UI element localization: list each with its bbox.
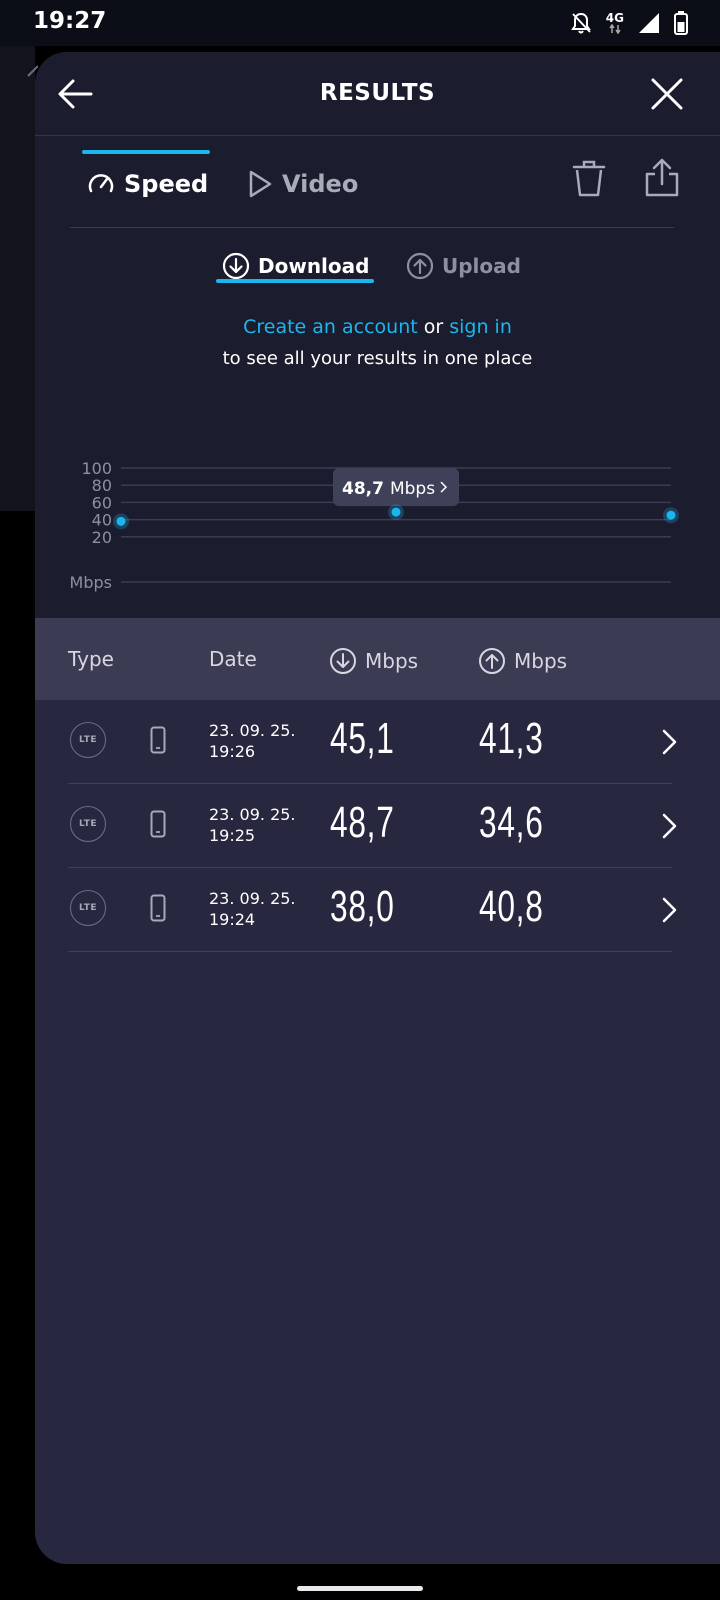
- row-download-value: 38,0: [330, 882, 395, 931]
- speedometer-icon: [88, 174, 114, 193]
- table-row[interactable]: LTE 23. 09. 25. 19:24 38,0 40,8: [68, 868, 677, 952]
- row-time: 19:25: [209, 826, 256, 845]
- download-circle-icon: [222, 252, 250, 280]
- row-upload-value: 41,3: [479, 714, 544, 763]
- phone-icon: [150, 726, 166, 754]
- header-date: Date: [209, 647, 257, 671]
- tab-speed-label: Speed: [124, 170, 209, 198]
- row-download-value: 48,7: [330, 798, 395, 847]
- tab-video[interactable]: Video: [246, 160, 358, 208]
- row-download-value: 45,1: [330, 714, 395, 763]
- chart-x-label-end: szept. 2023: [559, 601, 671, 604]
- header-type: Type: [68, 647, 114, 671]
- share-button[interactable]: [644, 158, 680, 198]
- row-date: 23. 09. 25.: [209, 805, 296, 824]
- chart-tooltip-unit: Mbps: [390, 479, 435, 499]
- row-upload-value: 40,8: [479, 882, 544, 931]
- battery-icon: [674, 11, 688, 35]
- status-time: 19:27: [33, 8, 107, 34]
- play-icon: [249, 170, 272, 198]
- chart-y-tick-label: 20: [92, 528, 112, 547]
- tab-upload-label: Upload: [442, 254, 521, 278]
- account-or-text: or: [423, 316, 444, 338]
- lte-badge-label: LTE: [78, 903, 98, 913]
- row-date: 23. 09. 25.: [209, 721, 296, 740]
- tab-upload[interactable]: Upload: [406, 248, 521, 284]
- phone-icon: [150, 894, 166, 922]
- row-upload-value: 34,6: [479, 798, 544, 847]
- header: RESULTS: [35, 52, 720, 136]
- results-chart: 10080604020 Mbps szept. 2023 szept. 2023 48,…: [70, 459, 679, 604]
- network-type-label: 4G: [605, 11, 624, 25]
- chevron-right-icon: [662, 729, 677, 755]
- phone-icon: [150, 810, 166, 838]
- chart-point[interactable]: [666, 510, 676, 520]
- chart-y-tick-label: 80: [92, 476, 112, 495]
- chart-y-tick-label: 100: [81, 459, 112, 478]
- close-button[interactable]: [647, 74, 687, 114]
- chart-point[interactable]: [391, 507, 401, 517]
- share-icon: [645, 158, 679, 197]
- download-circle-icon: [330, 648, 356, 674]
- lte-badge: LTE: [70, 806, 106, 842]
- background-app-strip: [0, 46, 35, 511]
- header-download: Mbps: [329, 647, 418, 675]
- tab-speed[interactable]: Speed: [86, 160, 208, 208]
- tab-active-indicator: [82, 150, 210, 154]
- header-upload-label: Mbps: [514, 649, 568, 673]
- create-account-link[interactable]: Create an account: [243, 316, 418, 338]
- row-datetime: 23. 09. 25. 19:26: [209, 720, 296, 762]
- upload-circle-icon: [479, 648, 505, 674]
- results-sheet: RESULTS Speed Video Download Upload Crea…: [35, 52, 720, 1564]
- chevron-right-icon: [662, 897, 677, 923]
- chart-y-axis-label: Mbps: [70, 573, 112, 592]
- header-type-label: Type: [68, 647, 114, 671]
- page-title: RESULTS: [319, 80, 436, 106]
- tab-download-label: Download: [258, 254, 370, 278]
- table-row[interactable]: LTE 23. 09. 25. 19:26 45,1 41,3: [68, 700, 677, 784]
- account-prompt-subtext: to see all your results in one place: [222, 348, 533, 369]
- chart-y-tick-label: 40: [92, 511, 112, 530]
- upload-circle-icon: [406, 252, 434, 280]
- status-bar: 19:27 4G: [0, 0, 720, 46]
- chart-y-tick-label: 60: [92, 493, 112, 512]
- data-arrows-icon: [609, 24, 621, 34]
- cellular-signal-icon: [639, 13, 659, 33]
- tab-video-label: Video: [282, 170, 359, 198]
- chart-tooltip-value: 48,7: [342, 479, 384, 499]
- header-download-label: Mbps: [365, 649, 419, 673]
- row-time: 19:24: [209, 910, 256, 929]
- trash-icon: [572, 160, 606, 197]
- sign-in-link[interactable]: sign in: [449, 316, 512, 338]
- row-datetime: 23. 09. 25. 19:25: [209, 804, 296, 846]
- lte-badge: LTE: [70, 890, 106, 926]
- status-icons: 4G: [570, 10, 688, 36]
- lte-badge: LTE: [70, 722, 106, 758]
- delete-button[interactable]: [572, 160, 606, 198]
- chart-point[interactable]: [116, 516, 126, 526]
- row-datetime: 23. 09. 25. 19:24: [209, 888, 296, 930]
- home-indicator[interactable]: [297, 1586, 423, 1591]
- chart-x-label-start: szept. 2023: [121, 601, 233, 604]
- table-row[interactable]: LTE 23. 09. 25. 19:25 48,7 34,6: [68, 784, 677, 868]
- table-header: Type Date Mbps Mbps: [35, 618, 720, 700]
- header-upload: Mbps: [478, 647, 567, 675]
- notifications-off-icon: [570, 12, 591, 34]
- account-prompt: Create an account or sign in: [35, 316, 720, 338]
- results-top-panel: RESULTS Speed Video Download Upload Crea…: [35, 52, 720, 618]
- direction-active-indicator: [216, 279, 374, 283]
- row-date: 23. 09. 25.: [209, 889, 296, 908]
- lte-badge-label: LTE: [78, 735, 98, 745]
- row-time: 19:26: [209, 742, 256, 761]
- close-icon: [651, 78, 683, 110]
- chevron-right-icon: [662, 813, 677, 839]
- header-date-label: Date: [209, 647, 257, 671]
- lte-badge-label: LTE: [78, 819, 98, 829]
